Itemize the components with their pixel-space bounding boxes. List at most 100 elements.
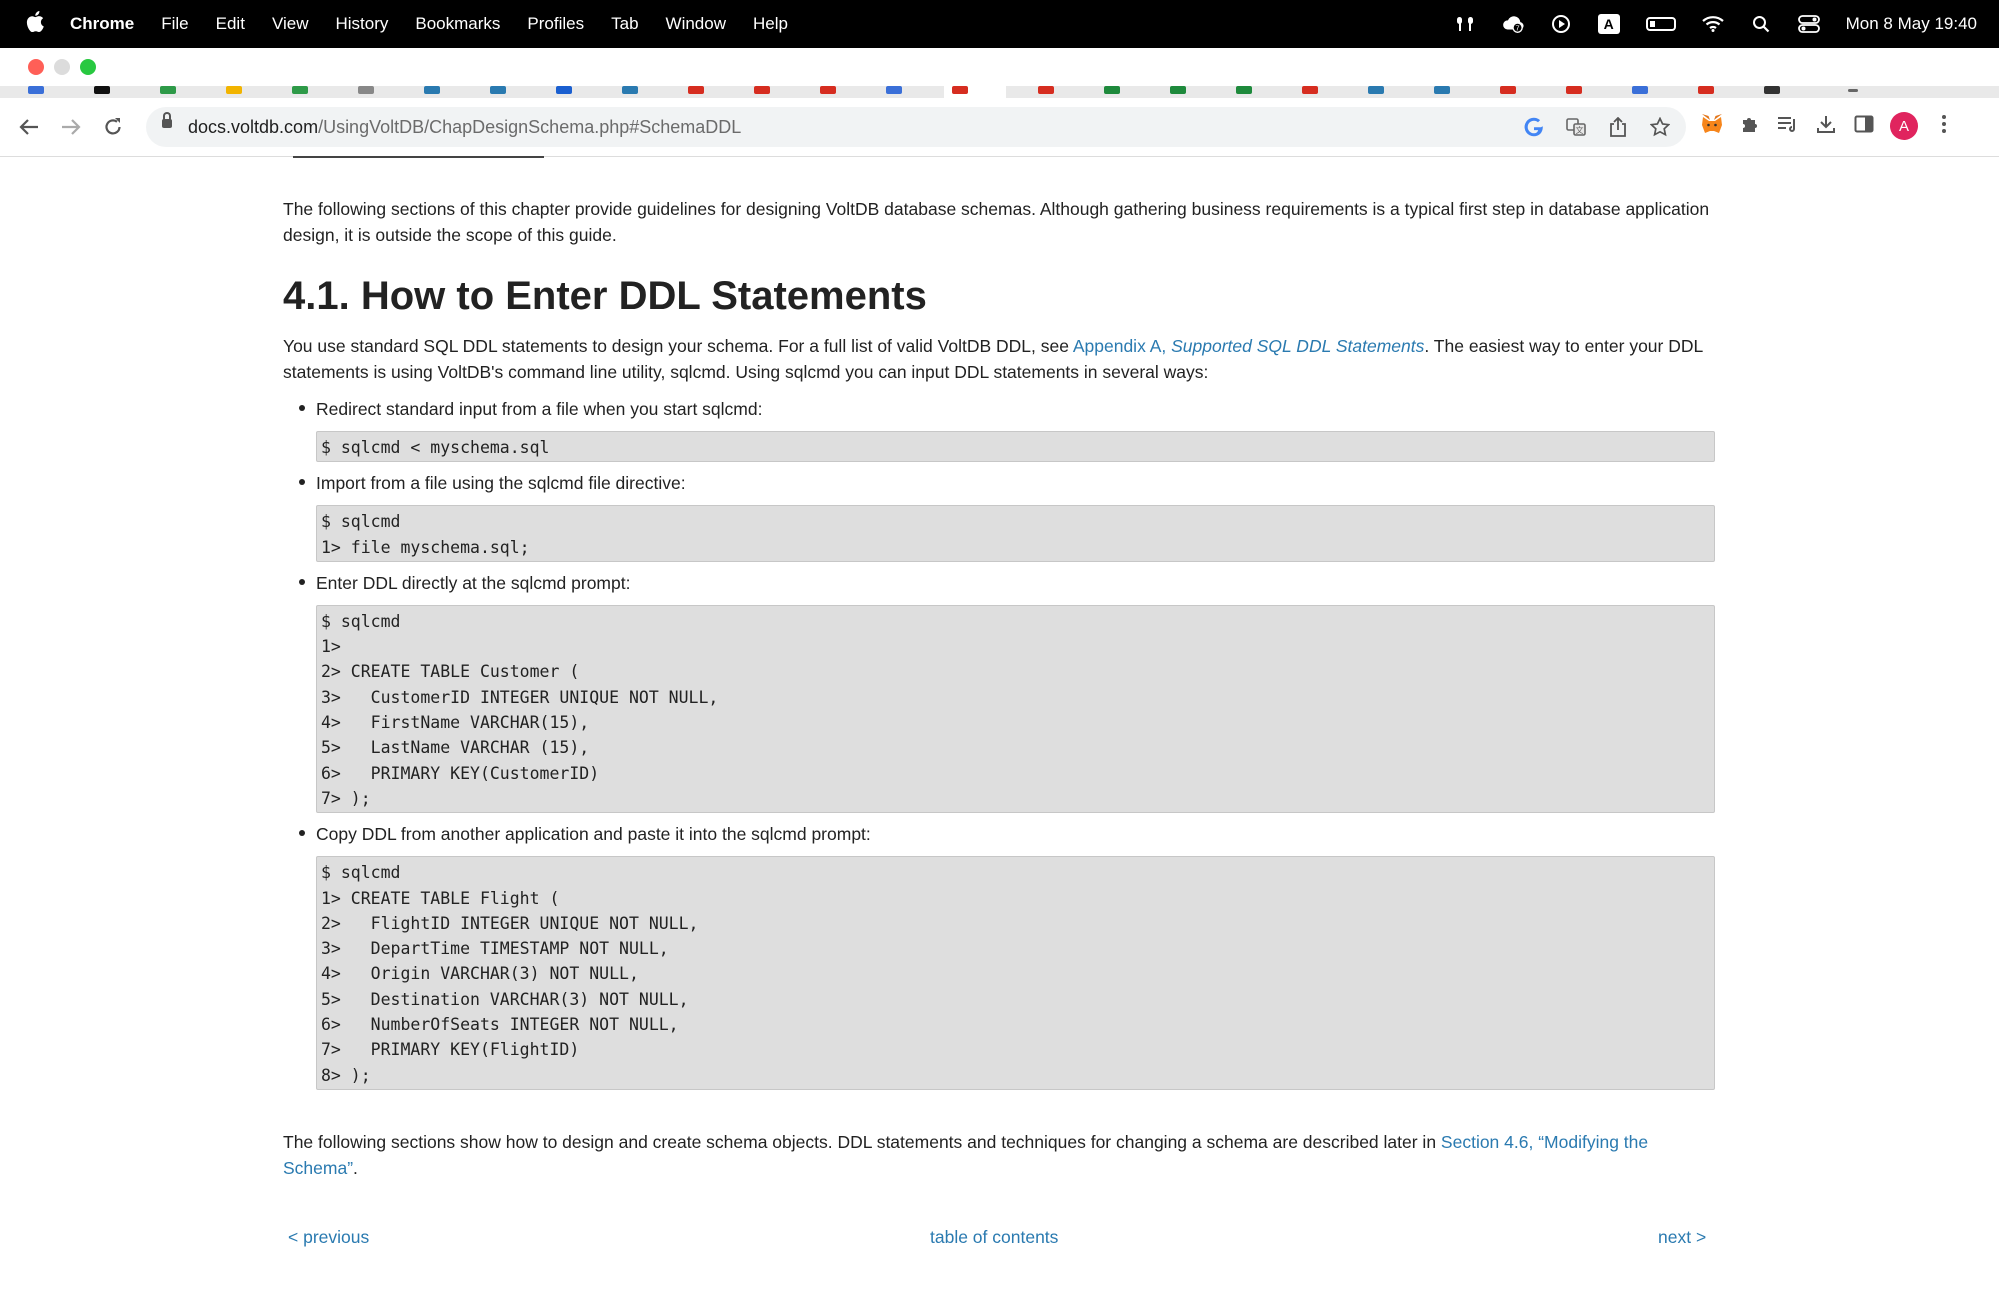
menu-profiles[interactable]: Profiles <box>527 14 584 34</box>
lock-icon[interactable] <box>162 112 172 128</box>
list-item-label: Copy DDL from another application and pa… <box>316 824 871 845</box>
closing-text-start: The following sections show how to desig… <box>283 1132 1441 1152</box>
browser-tab[interactable] <box>284 86 346 98</box>
menu-view[interactable]: View <box>272 14 309 34</box>
menu-edit[interactable]: Edit <box>216 14 245 34</box>
bullet-icon <box>299 405 305 411</box>
reading-list-icon[interactable] <box>1776 112 1800 136</box>
list-item-label: Enter DDL directly at the sqlcmd prompt: <box>316 572 631 593</box>
browser-tab[interactable] <box>1558 86 1620 98</box>
appendix-a-link-prefix: Appendix A, <box>1072 336 1172 356</box>
intro-paragraph: The following sections of this chapter p… <box>283 199 1710 245</box>
browser-tab-active[interactable] <box>944 86 1006 98</box>
browser-tab[interactable] <box>878 86 940 98</box>
extensions-puzzle-icon[interactable] <box>1738 112 1762 136</box>
svg-text:文: 文 <box>1576 125 1584 135</box>
forward-button[interactable] <box>56 112 86 142</box>
menu-window[interactable]: Window <box>666 14 726 34</box>
browser-tab[interactable] <box>1756 86 1818 98</box>
browser-tab[interactable] <box>1030 86 1092 98</box>
browser-tab[interactable] <box>746 86 808 98</box>
translate-icon[interactable]: 文 <box>1564 115 1588 139</box>
browser-tab[interactable] <box>86 86 148 98</box>
menu-history[interactable]: History <box>335 14 388 34</box>
status-area: 7 A Mon 8 May 19:40 <box>1454 0 1977 48</box>
airpods-icon[interactable] <box>1454 13 1476 35</box>
tab-strip <box>0 86 1999 98</box>
browser-toolbar: docs.voltdb.com/UsingVoltDB/ChapDesignSc… <box>0 98 1999 157</box>
spotlight-search-icon[interactable] <box>1750 13 1772 35</box>
browser-tab[interactable] <box>20 86 82 98</box>
closing-paragraph: The following sections show how to desig… <box>283 1129 1715 1181</box>
menu-bookmarks[interactable]: Bookmarks <box>415 14 500 34</box>
browser-tab[interactable] <box>812 86 874 98</box>
menu-app-name[interactable]: Chrome <box>70 14 134 34</box>
browser-tab[interactable] <box>152 86 214 98</box>
section-heading: 4.1. How to Enter DDL Statements <box>283 274 927 318</box>
address-bar[interactable]: docs.voltdb.com/UsingVoltDB/ChapDesignSc… <box>146 107 1686 147</box>
browser-tab[interactable] <box>1690 86 1752 98</box>
window-minimize-button[interactable] <box>54 59 70 75</box>
browser-tab[interactable] <box>1360 86 1422 98</box>
menu-tab[interactable]: Tab <box>611 14 638 34</box>
keyboard-input-icon[interactable]: A <box>1597 14 1620 34</box>
next-page-link[interactable]: next > <box>1658 1227 1706 1248</box>
appendix-a-link[interactable]: Appendix A, Supported SQL DDL Statements <box>1073 336 1425 356</box>
url-text[interactable]: docs.voltdb.com/UsingVoltDB/ChapDesignSc… <box>188 117 741 138</box>
browser-tab[interactable] <box>1228 86 1290 98</box>
apple-menu-icon[interactable] <box>0 10 70 38</box>
url-host: docs.voltdb.com <box>188 117 319 137</box>
browser-tab[interactable] <box>680 86 742 98</box>
browser-tab[interactable] <box>614 86 676 98</box>
list-item: Redirect standard input from a file when… <box>299 396 1715 463</box>
media-play-icon[interactable] <box>1550 13 1572 35</box>
control-center-icon[interactable] <box>1797 13 1820 35</box>
code-block[interactable]: $ sqlcmd 1> 2> CREATE TABLE Customer ( 3… <box>316 604 1715 814</box>
metamask-fox-icon[interactable] <box>1700 112 1724 136</box>
url-path: /UsingVoltDB/ChapDesignSchema.php#Schema… <box>318 117 742 137</box>
list-item: Copy DDL from another application and pa… <box>299 821 1715 1090</box>
google-lens-icon[interactable] <box>1522 115 1546 139</box>
browser-tab[interactable] <box>1624 86 1686 98</box>
browser-tab[interactable] <box>1294 86 1356 98</box>
code-block[interactable]: $ sqlcmd 1> CREATE TABLE Flight ( 2> Fli… <box>316 856 1715 1090</box>
table-of-contents-link[interactable]: table of contents <box>930 1227 1058 1248</box>
browser-tab[interactable] <box>1096 86 1158 98</box>
window-titlebar <box>0 48 1999 86</box>
menubar-clock[interactable]: Mon 8 May 19:40 <box>1846 14 1977 34</box>
browser-tab[interactable] <box>350 86 412 98</box>
back-button[interactable] <box>14 112 44 142</box>
browser-tab[interactable] <box>1162 86 1224 98</box>
ddl-intro-paragraph: You use standard SQL DDL statements to d… <box>283 333 1715 385</box>
closing-text-end: . <box>353 1158 358 1178</box>
previous-page-link[interactable]: < previous <box>288 1227 369 1248</box>
browser-tab[interactable] <box>218 86 280 98</box>
browser-tab[interactable] <box>416 86 478 98</box>
wifi-icon[interactable] <box>1701 13 1724 35</box>
list-item: Import from a file using the sqlcmd file… <box>299 470 1715 562</box>
creative-cloud-icon[interactable]: 7 <box>1502 13 1524 35</box>
bookmark-star-icon[interactable] <box>1648 115 1672 139</box>
window-close-button[interactable] <box>28 59 44 75</box>
menu-help[interactable]: Help <box>753 14 788 34</box>
bullet-icon <box>299 578 305 585</box>
battery-icon[interactable] <box>1645 17 1676 31</box>
reload-button[interactable] <box>98 112 128 142</box>
menu-file[interactable]: File <box>161 14 188 34</box>
svg-text:7: 7 <box>1515 23 1519 32</box>
code-block[interactable]: $ sqlcmd < myschema.sql <box>316 431 1715 463</box>
share-icon[interactable] <box>1606 115 1630 139</box>
browser-tab[interactable] <box>548 86 610 98</box>
side-panel-icon[interactable] <box>1852 112 1876 136</box>
browser-tab[interactable] <box>482 86 544 98</box>
profile-avatar[interactable]: A <box>1890 112 1918 140</box>
new-tab-button[interactable] <box>1840 86 1902 98</box>
code-block[interactable]: $ sqlcmd 1> file myschema.sql; <box>316 505 1715 562</box>
browser-tab[interactable] <box>1426 86 1488 98</box>
window-zoom-button[interactable] <box>80 59 96 75</box>
browser-tab[interactable] <box>1492 86 1554 98</box>
list-item-label: Redirect standard input from a file when… <box>316 399 763 419</box>
appendix-a-link-title: Supported SQL DDL Statements <box>1171 336 1425 356</box>
chrome-menu-kebab-icon[interactable] <box>1932 112 1956 136</box>
download-icon[interactable] <box>1814 112 1838 136</box>
